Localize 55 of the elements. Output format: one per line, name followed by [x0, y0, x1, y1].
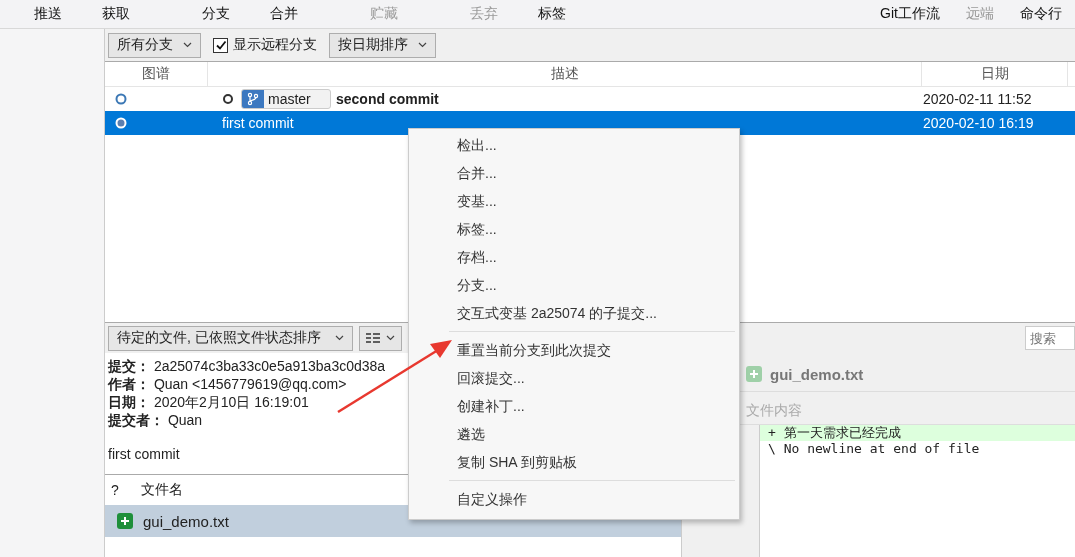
commit-detail: 作者： Quan <1456779619@qq.com>: [108, 375, 347, 393]
toolbar-button[interactable]: 合并: [250, 0, 318, 28]
list-icon: [365, 333, 380, 343]
chevron-icon: [334, 335, 344, 341]
checkbox-label: 显示远程分支: [233, 36, 317, 54]
diff-line: \ No newline at end of file: [767, 441, 981, 457]
commit-message: first commit: [108, 445, 180, 463]
menu-item[interactable]: 分支...: [409, 271, 739, 299]
column-header[interactable]: 描述: [208, 62, 922, 86]
menu-item[interactable]: 变基...: [409, 187, 739, 215]
branch-icon: [242, 90, 264, 108]
diff-file-name: gui_demo.txt: [770, 365, 864, 383]
graph-node-icon: [114, 116, 128, 130]
commit-row[interactable]: first commit 2020-02-10 16:19: [105, 111, 1075, 135]
toolbar-button[interactable]: 获取: [82, 0, 150, 28]
chevron-icon: [183, 42, 192, 48]
added-file-icon: [117, 513, 133, 529]
toolbar-button[interactable]: 推送: [14, 0, 82, 28]
toolbar-button[interactable]: 标签: [518, 0, 586, 28]
menu-item[interactable]: 标签...: [409, 215, 739, 243]
commit-row[interactable]: master second commit 2020-02-11 11:52: [105, 87, 1075, 111]
chevron-icon: [385, 335, 395, 341]
commit-message: second commit: [336, 91, 439, 107]
branch-dropdown[interactable]: 所有分支: [108, 32, 201, 58]
sort-dropdown[interactable]: 按日期排序: [329, 32, 436, 58]
added-file-icon: [746, 366, 762, 382]
menu-item[interactable]: 复制 SHA 到剪贴板: [409, 448, 739, 476]
commit-date: 2020-02-10 16:19: [922, 115, 1035, 131]
commit-detail: 提交： 2a25074c3ba33c0e5a913ba3c0d38a: [108, 357, 386, 375]
graph-node-icon: [114, 92, 128, 106]
branch-tag: master: [241, 89, 331, 109]
menu-item[interactable]: 存档...: [409, 243, 739, 271]
menu-item[interactable]: 创建补丁...: [409, 392, 739, 420]
menu-item[interactable]: 交互式变基 2a25074 的子提交...: [409, 299, 739, 327]
view-mode-button[interactable]: [358, 325, 402, 351]
toolbar-button[interactable]: Git工作流: [867, 0, 953, 28]
commit-date: 2020-02-11 11:52: [922, 91, 1033, 107]
toolbar-button[interactable]: 分支: [182, 0, 250, 28]
toolbar-button[interactable]: 命令行: [1007, 0, 1075, 28]
commit-message: first commit: [222, 115, 294, 131]
column-header[interactable]: ?: [111, 482, 119, 498]
chevron-icon: [418, 42, 427, 48]
menu-item[interactable]: 合并...: [409, 159, 739, 187]
hunk-header: 文件内容: [745, 401, 803, 420]
commit-detail: 日期： 2020年2月10日 16:19:01: [108, 393, 309, 411]
menu-item[interactable]: 重置当前分支到此次提交: [409, 336, 739, 364]
menu-item[interactable]: 遴选: [409, 420, 739, 448]
column-header[interactable]: 文件名: [140, 481, 183, 499]
column-header[interactable]: 图谱: [105, 62, 208, 86]
checkbox[interactable]: [213, 37, 228, 53]
commit-detail: 提交者： Quan: [108, 411, 203, 429]
file-sort-dropdown[interactable]: 待定的文件, 已依照文件状态排序: [108, 325, 353, 351]
search-field[interactable]: 搜索: [1025, 326, 1075, 350]
menu-item[interactable]: 回滚提交...: [409, 364, 739, 392]
column-header[interactable]: 日期: [922, 62, 1068, 86]
